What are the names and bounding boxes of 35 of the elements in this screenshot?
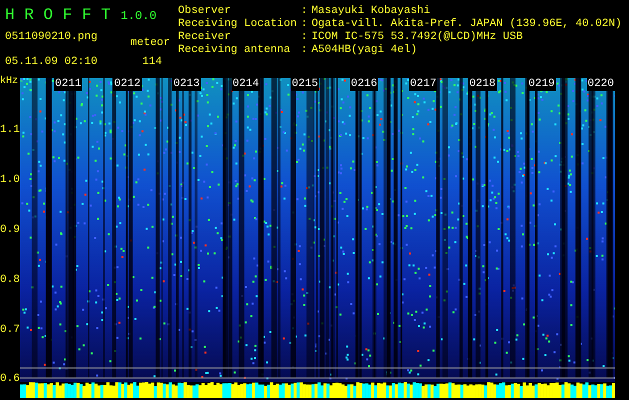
time-label: 0213	[172, 78, 201, 91]
time-label: 0218	[468, 78, 497, 91]
info-separator: :	[300, 5, 308, 18]
app-version: 1.0.0	[120, 8, 157, 25]
time-label: 0217	[409, 78, 438, 91]
time-label: 0216	[350, 78, 378, 91]
info-separator: :	[300, 18, 308, 31]
info-label: Observer	[178, 5, 232, 18]
info-label: Receiver	[178, 31, 232, 44]
frequency-label: 1.1	[0, 123, 20, 138]
axis-unit: kHz	[0, 74, 20, 89]
time-label: 0214	[232, 78, 260, 91]
info-value: A504HB(yagi 4el)	[311, 44, 418, 57]
file-name: 0511090210.png	[5, 30, 98, 45]
frequency-label: 0.7	[0, 322, 20, 338]
info-label: Receiving Location	[178, 18, 297, 31]
count-label: meteor	[130, 36, 170, 51]
time-label: 0212	[113, 78, 142, 91]
info-separator: :	[300, 31, 308, 44]
time-label: 0215	[290, 78, 320, 91]
frequency-label: 1.0	[0, 173, 20, 188]
info-value: Masayuki Kobayashi	[311, 5, 432, 18]
time-label: 0219	[527, 78, 556, 91]
info-separator: :	[300, 44, 308, 57]
timestamp: 05.11.09 02:10	[5, 54, 98, 70]
info-value: ICOM IC-575 53.7492(@LCD)MHz USB	[311, 31, 524, 44]
info-value: Ogata-vill. Akita-Pref. JAPAN (139.96E, 40.02N)	[311, 18, 622, 31]
meteor-count: 114	[142, 54, 162, 70]
info-label: Receiving antenna	[178, 44, 292, 57]
app-name: H R O F F T	[5, 5, 111, 26]
time-label: 0220	[586, 78, 615, 91]
time-label: 0211	[54, 78, 82, 91]
frequency-label: 0.8	[0, 272, 20, 288]
frequency-label: 0.6	[0, 372, 20, 388]
frequency-label: 0.9	[0, 222, 20, 238]
